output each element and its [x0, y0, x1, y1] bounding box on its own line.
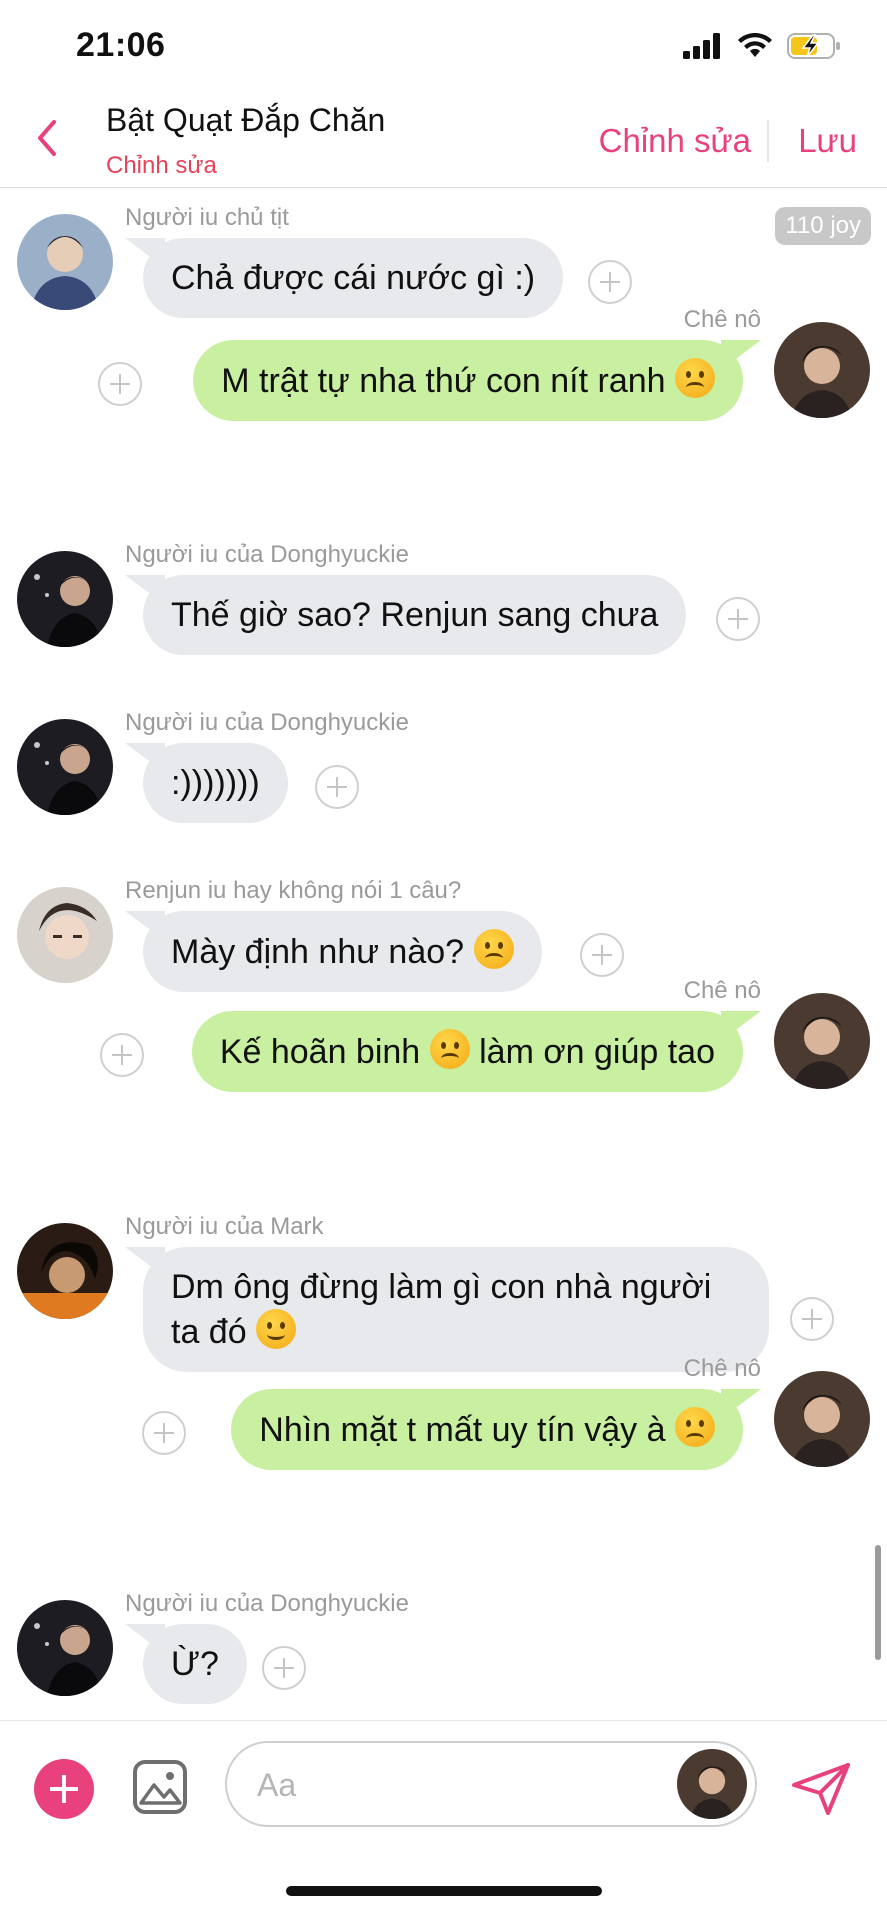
sender-name: Người iu của Donghyuckie [125, 541, 409, 568]
message-text-before: Kế hoãn binh [219, 1033, 421, 1071]
avatar[interactable] [17, 214, 113, 310]
sender-name: Người iu của Donghyuckie [125, 709, 409, 736]
message-bubble[interactable]: M trật tự nha thứ con nít ranh [193, 340, 743, 421]
message-bubble[interactable]: Mày định như nào? [143, 911, 542, 992]
wifi-icon [738, 33, 772, 57]
chat-subtitle[interactable]: Chỉnh sửa [106, 152, 217, 180]
slightly-smiling-face-icon [256, 1309, 297, 1349]
sender-name: Renjun iu hay không nói 1 câu? [125, 877, 462, 904]
avatar[interactable] [774, 1371, 870, 1467]
avatar[interactable] [774, 993, 870, 1089]
send-icon[interactable] [790, 1761, 852, 1817]
message-text: Nhìn mặt t mất uy tín vậy à [259, 1411, 666, 1449]
message-text: Chả được cái nước gì :) [171, 259, 536, 297]
chat-header: Bật Quạt Đắp Chăn Chỉnh sửa Chỉnh sửa Lư… [0, 90, 887, 188]
scrollbar[interactable] [875, 1545, 881, 1660]
message-input-field[interactable] [225, 1741, 757, 1827]
message-text: Mày định như nào? [171, 933, 465, 971]
home-indicator[interactable] [286, 1886, 602, 1896]
react-button[interactable] [580, 933, 624, 977]
battery-charging-icon [787, 33, 840, 59]
cellular-signal-icon [683, 33, 720, 59]
message-bubble[interactable]: :))))))) [143, 743, 288, 823]
status-bar: 21:06 [0, 0, 887, 90]
react-button[interactable] [716, 597, 760, 641]
message-text-after: làm ơn giúp tao [479, 1033, 715, 1071]
back-chevron-icon[interactable] [28, 116, 68, 160]
message-text: M trật tự nha thứ con nít ranh [221, 362, 666, 400]
avatar[interactable] [17, 551, 113, 647]
message-bubble[interactable]: Chả được cái nước gì :) [143, 238, 564, 318]
message-text-line1: Dm ông đừng làm gì con nhà người [171, 1268, 712, 1306]
sad-tear-face-icon [675, 1407, 715, 1447]
react-button[interactable] [142, 1411, 186, 1455]
add-button[interactable] [34, 1759, 94, 1819]
message-bubble[interactable]: Thế giờ sao? Renjun sang chưa [143, 575, 687, 655]
sender-name: Chê nô [683, 306, 761, 333]
edit-button[interactable]: Chỉnh sửa [599, 122, 751, 160]
sender-name: Người iu của Mark [125, 1213, 324, 1240]
react-button[interactable] [315, 765, 359, 809]
react-button[interactable] [98, 362, 142, 406]
message-text: :))))))) [171, 764, 260, 802]
composer-bar [0, 1720, 887, 1840]
upside-down-face-icon [473, 929, 514, 969]
message-bubble[interactable]: Ừ? [143, 1624, 247, 1704]
message-bubble[interactable]: Nhìn mặt t mất uy tín vậy à [231, 1389, 743, 1470]
status-icons [683, 32, 843, 60]
message-input[interactable] [257, 1763, 637, 1807]
sender-name: Chê nô [683, 1355, 761, 1382]
message-list[interactable]: 110 joy Người iu chủ tịt Chả được cái nư… [0, 189, 887, 1720]
message-text-line2: ta đó [171, 1313, 247, 1351]
message-text: Ừ? [171, 1645, 219, 1683]
avatar[interactable] [17, 1223, 113, 1319]
avatar[interactable] [17, 1600, 113, 1696]
message-text: Thế giờ sao? Renjun sang chưa [171, 596, 659, 634]
persona-avatar[interactable] [677, 1749, 747, 1819]
upside-down-face-icon [429, 1029, 470, 1069]
sender-name: Chê nô [683, 977, 761, 1004]
react-button[interactable] [790, 1297, 834, 1341]
avatar[interactable] [17, 719, 113, 815]
upside-down-face-icon [675, 358, 715, 398]
chat-title: Bật Quạt Đắp Chăn [106, 102, 386, 138]
react-button[interactable] [100, 1033, 144, 1077]
avatar[interactable] [774, 322, 870, 418]
sender-name: Người iu của Donghyuckie [125, 1590, 409, 1617]
image-icon[interactable] [132, 1759, 188, 1815]
react-button[interactable] [588, 260, 632, 304]
header-divider [767, 120, 769, 162]
save-button[interactable]: Lưu [798, 122, 857, 160]
sender-name: Người iu chủ tịt [125, 204, 289, 231]
message-bubble[interactable]: Dm ông đừng làm gì con nhà người ta đó [143, 1247, 769, 1372]
react-button[interactable] [262, 1646, 306, 1690]
avatar[interactable] [17, 887, 113, 983]
message-bubble[interactable]: Kế hoãn binh làm ơn giúp tao [191, 1011, 743, 1092]
joy-badge: 110 joy [775, 207, 871, 245]
status-time: 21:06 [76, 26, 166, 64]
